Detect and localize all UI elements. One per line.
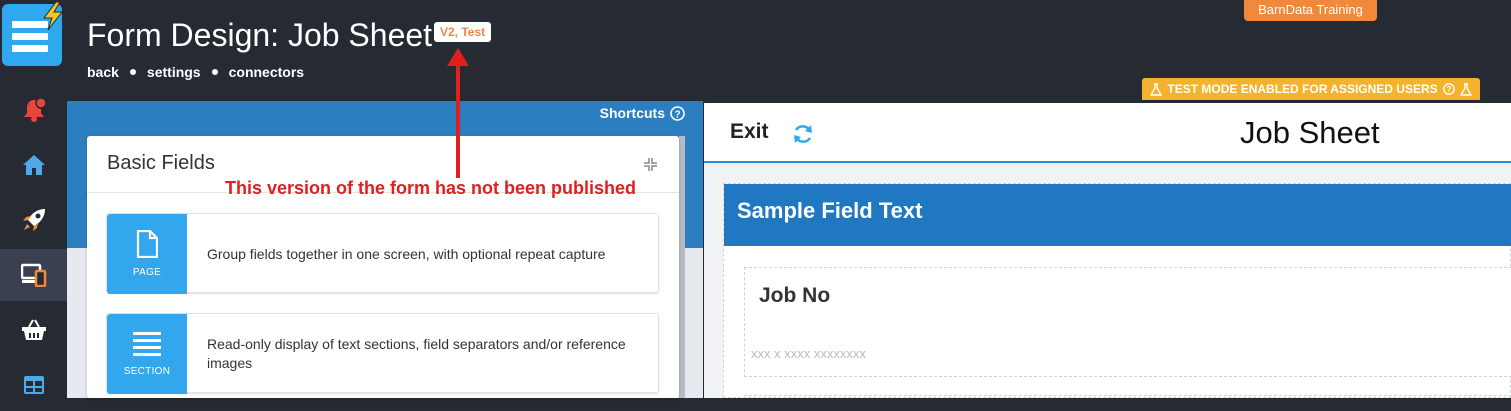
basket-icon[interactable]	[0, 304, 67, 356]
job-no-input[interactable]	[745, 338, 1505, 368]
lightning-icon	[43, 2, 64, 30]
refresh-icon[interactable]	[791, 122, 815, 146]
form-title: Job Sheet	[1240, 115, 1380, 150]
help-circle-icon[interactable]: ?	[1442, 83, 1455, 95]
shortcuts-button[interactable]: Shortcuts ?	[600, 105, 685, 121]
field-type-page[interactable]: PAGE Group fields together in one screen…	[106, 213, 659, 294]
flask-icon	[1459, 82, 1472, 96]
svg-text:?: ?	[674, 109, 680, 120]
training-badge[interactable]: BarnData Training	[1244, 0, 1377, 21]
logo-line	[12, 45, 48, 52]
separator-dot	[211, 69, 218, 75]
field-description: Read-only display of text sections, fiel…	[207, 336, 626, 371]
svg-text:?: ?	[1446, 85, 1451, 94]
app-logo[interactable]	[2, 2, 64, 66]
annotation-text: This version of the form has not been pu…	[225, 178, 637, 198]
rocket-icon[interactable]	[0, 194, 67, 246]
field-palette-panel: Shortcuts ? Basic Fields PAGE Group fiel…	[67, 101, 703, 398]
back-link[interactable]: back	[87, 64, 119, 80]
version-badge: V2, Test	[434, 22, 492, 42]
form-preview-panel: Exit Job Sheet Sample Field Text Job No	[704, 103, 1511, 398]
field-tile: SECTION	[107, 314, 187, 394]
preview-toolbar: Exit Job Sheet	[704, 103, 1511, 163]
field-type-section[interactable]: SECTION Read-only display of text sectio…	[106, 313, 659, 394]
tile-label: PAGE	[132, 267, 162, 278]
settings-link[interactable]: settings	[147, 64, 201, 80]
field-tile: PAGE	[107, 214, 187, 294]
field-description: Group fields together in one screen, wit…	[207, 245, 606, 262]
separator-dot	[129, 69, 136, 75]
connectors-link[interactable]: connectors	[229, 64, 304, 80]
section-icon	[133, 332, 161, 356]
card-title: Basic Fields	[107, 152, 215, 174]
devices-icon[interactable]	[0, 249, 67, 301]
tile-label: SECTION	[123, 366, 171, 377]
next-field	[744, 395, 1511, 405]
exit-button[interactable]: Exit	[730, 120, 769, 144]
job-no-field[interactable]: Job No	[744, 267, 1511, 377]
annotation-arrow	[447, 48, 469, 178]
test-mode-text: TEST MODE ENABLED FOR ASSIGNED USERS	[1167, 82, 1438, 96]
field-label: Job No	[759, 284, 831, 307]
test-mode-badge: TEST MODE ENABLED FOR ASSIGNED USERS ?	[1142, 78, 1480, 100]
header-nav: back settings connectors	[87, 64, 304, 80]
page-title: Form Design: Job Sheet	[87, 17, 433, 53]
scrollbar[interactable]	[679, 136, 685, 398]
notifications-bell-icon[interactable]	[0, 84, 67, 136]
flask-icon	[1150, 82, 1163, 96]
icon-sidebar	[0, 0, 67, 398]
form-canvas: Sample Field Text Job No	[723, 183, 1511, 398]
page-icon	[136, 230, 158, 258]
collapse-icon[interactable]	[644, 158, 657, 171]
shortcuts-label: Shortcuts	[599, 105, 665, 121]
basic-fields-card: Basic Fields PAGE Group fields together …	[87, 136, 679, 398]
section-header[interactable]: Sample Field Text	[724, 184, 1511, 246]
help-circle-icon: ?	[670, 105, 685, 121]
logo-line	[12, 33, 48, 40]
home-icon[interactable]	[0, 139, 67, 191]
dashboard-grid-icon[interactable]	[0, 359, 67, 411]
